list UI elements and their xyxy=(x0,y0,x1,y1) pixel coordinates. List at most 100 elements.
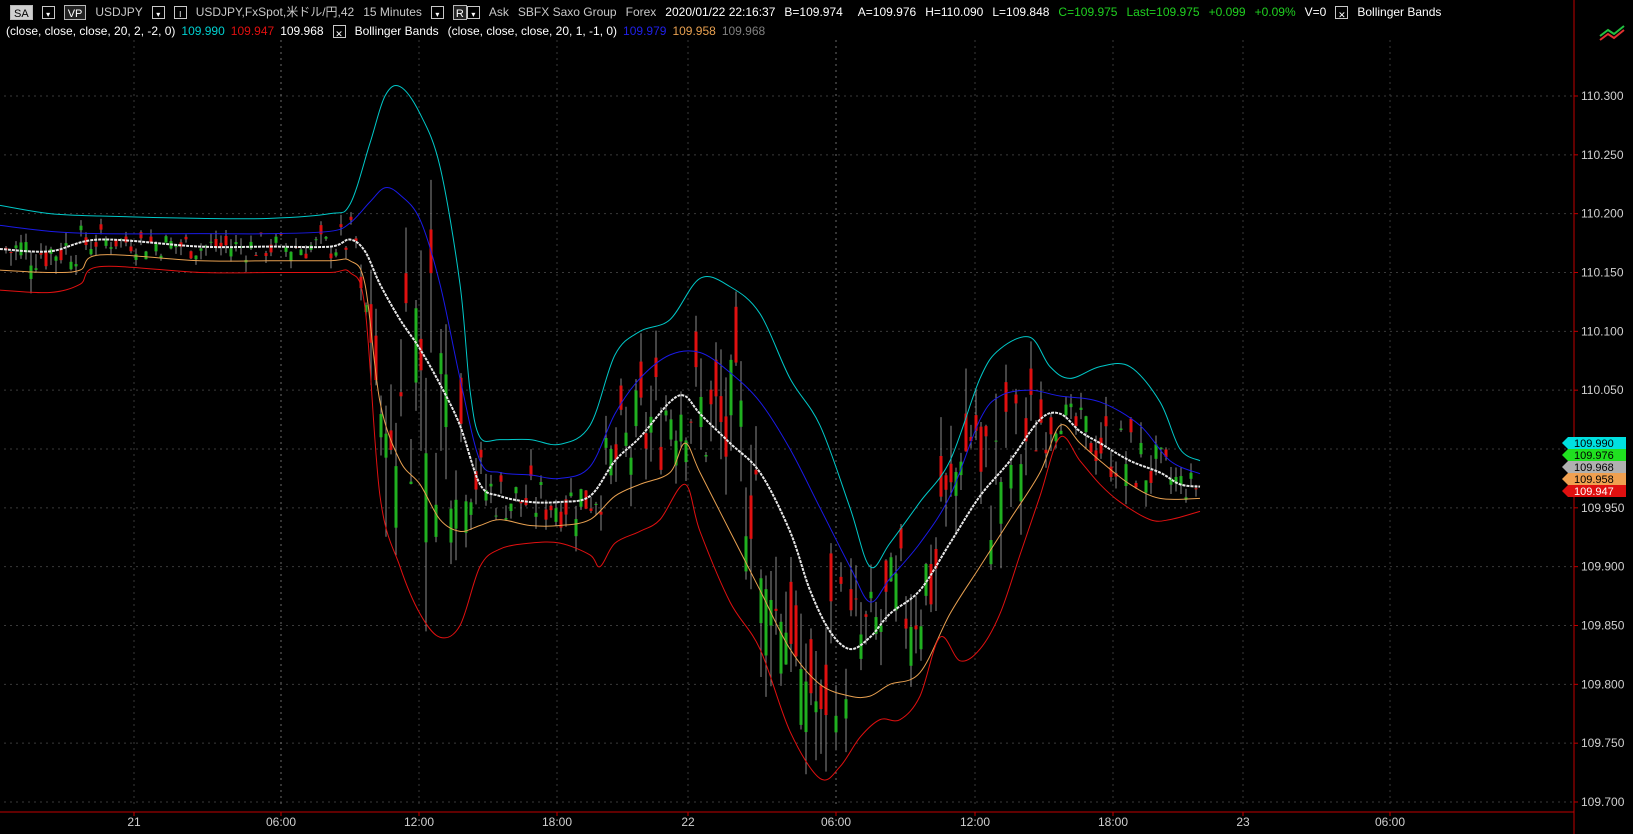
candle-body xyxy=(134,254,138,260)
price-axis-label: 110.050 xyxy=(1581,383,1624,397)
candle-body xyxy=(499,475,503,482)
candle-body xyxy=(314,239,318,241)
candle-body xyxy=(344,247,348,250)
candle-body xyxy=(1109,466,1113,478)
candle-body xyxy=(34,268,38,270)
candle-body xyxy=(554,508,558,522)
candle-body xyxy=(329,253,333,259)
candle-body xyxy=(914,625,918,630)
candle-body xyxy=(864,614,868,617)
candle-body xyxy=(949,463,953,483)
candle-body xyxy=(164,236,168,243)
candle-body xyxy=(264,253,268,257)
candle-body xyxy=(99,224,103,230)
candle-body xyxy=(1149,471,1153,483)
candle-body xyxy=(229,248,233,257)
candle-body xyxy=(154,243,158,252)
candle-body xyxy=(469,502,473,515)
candle-body xyxy=(284,247,288,252)
candle-body xyxy=(544,509,548,520)
candle-body xyxy=(1139,442,1143,455)
candle-body xyxy=(1034,450,1038,452)
candle-body xyxy=(629,457,633,475)
candle-body xyxy=(129,246,133,252)
candle-body xyxy=(694,331,698,368)
candle-body xyxy=(1194,488,1198,490)
price-axis-label: 110.150 xyxy=(1581,266,1624,280)
candle-body xyxy=(14,245,18,249)
candle-body xyxy=(404,273,408,304)
candle-body xyxy=(79,225,83,231)
candle-body xyxy=(59,249,63,261)
candle-body xyxy=(1084,416,1088,433)
candle-body xyxy=(454,499,458,529)
price-tag-arrow xyxy=(1562,485,1568,497)
candle-body xyxy=(194,255,198,260)
candle-body xyxy=(434,504,438,537)
price-tag-arrow xyxy=(1562,461,1568,473)
price-tag-label: 109.947 xyxy=(1574,486,1614,498)
candle-body xyxy=(609,448,613,476)
candle-body xyxy=(704,455,708,457)
candle-body xyxy=(1119,428,1123,431)
candle-body xyxy=(599,511,603,515)
candle-body xyxy=(489,483,493,487)
price-axis-label: 110.200 xyxy=(1581,207,1624,221)
price-axis-label: 110.250 xyxy=(1581,148,1624,162)
candle-body xyxy=(64,243,68,246)
candle-body xyxy=(919,626,923,650)
candle-body xyxy=(209,241,213,243)
candle-body xyxy=(719,396,723,423)
candle-body xyxy=(839,576,843,584)
candle-body xyxy=(74,264,78,267)
candle-body xyxy=(409,481,413,484)
time-axis-label: 18:00 xyxy=(1098,815,1128,829)
candle-body xyxy=(1059,430,1063,435)
candle-body xyxy=(219,242,223,247)
time-axis-label: 06:00 xyxy=(821,815,851,829)
candle-body xyxy=(844,699,848,719)
candle-body xyxy=(444,374,448,428)
middle-band-line xyxy=(0,238,1201,651)
candle-body xyxy=(869,591,873,599)
candle-body xyxy=(779,621,783,674)
price-axis-label: 110.300 xyxy=(1581,89,1624,103)
candle-body xyxy=(774,608,778,611)
candle-body xyxy=(1099,437,1103,454)
candle-body xyxy=(634,390,638,427)
candle-body xyxy=(744,536,748,572)
candle-body xyxy=(1189,472,1193,479)
candle-body xyxy=(1134,482,1138,488)
candle-body xyxy=(379,414,383,438)
candle-body xyxy=(549,505,553,511)
candle-body xyxy=(1159,447,1163,449)
candle-body xyxy=(909,626,913,666)
candle-body xyxy=(199,248,203,251)
candle-body xyxy=(394,466,398,528)
candle-body xyxy=(1019,464,1023,502)
candle-body xyxy=(989,540,993,565)
time-axis-label: 21 xyxy=(127,815,141,829)
candle-body xyxy=(289,251,293,262)
candle-body xyxy=(904,618,908,629)
candle-body xyxy=(734,306,738,363)
candle-body xyxy=(349,216,353,220)
candle-body xyxy=(669,419,673,440)
price-axis-label: 109.750 xyxy=(1581,736,1625,750)
candle-body xyxy=(319,225,323,235)
candle-body xyxy=(139,232,143,239)
price-chart[interactable]: 110.300 110.250 110.200 110.150 110.100 110.0… xyxy=(0,0,1633,834)
price-axis-label: 109.800 xyxy=(1581,677,1625,691)
candle-body xyxy=(39,253,43,255)
candle-body xyxy=(604,438,608,448)
candle-body xyxy=(644,433,648,449)
price-tag-label: 109.958 xyxy=(1574,474,1614,486)
candle-body xyxy=(814,701,818,713)
candle-body xyxy=(824,664,828,716)
candle-body xyxy=(1064,404,1068,416)
candle-body xyxy=(384,433,388,458)
candle-body xyxy=(1079,407,1083,410)
candle-body xyxy=(579,489,583,507)
candle-body xyxy=(589,508,593,511)
price-axis-label: 109.950 xyxy=(1581,501,1625,515)
